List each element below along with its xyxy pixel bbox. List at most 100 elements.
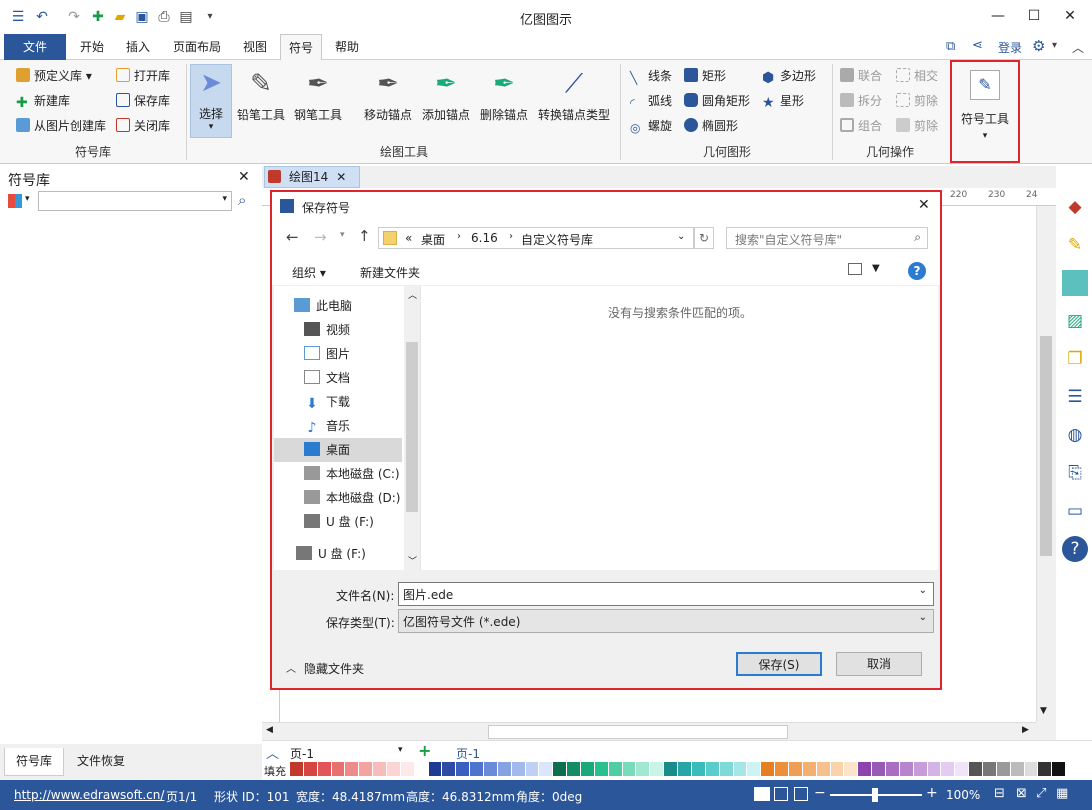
forward-arrow-icon[interactable]: → (314, 228, 327, 246)
menu-home[interactable]: 开始 (70, 34, 114, 60)
color-swatch[interactable] (844, 762, 859, 776)
color-swatch[interactable] (359, 762, 374, 776)
create-from-image-button[interactable]: 从图片创建库 (16, 115, 106, 137)
line-button[interactable]: ╲ 线条 (630, 65, 672, 87)
website-link[interactable]: http://www.edrawsoft.cn/ (14, 788, 164, 802)
chevron-down-icon[interactable]: ⌄ (919, 585, 927, 596)
color-swatch[interactable] (664, 762, 679, 776)
fullscreen-icon[interactable]: ⤢ (1036, 786, 1046, 801)
scroll-right-icon[interactable]: ▶ (1022, 725, 1029, 735)
library-category-icon[interactable] (8, 194, 22, 208)
pen-tool-button[interactable]: ✒ 钢笔工具 (292, 66, 344, 123)
menu-help[interactable]: 帮助 (326, 34, 368, 60)
intersect-button[interactable]: 相交 (896, 65, 938, 87)
help-icon[interactable]: ? (908, 262, 926, 280)
color-swatch[interactable] (622, 762, 637, 776)
image-icon[interactable]: ▨ (1062, 308, 1088, 334)
add-page-button[interactable]: + (418, 741, 431, 760)
page-tab-current[interactable]: 页-1 (456, 745, 480, 762)
breadcrumb-desktop[interactable]: 桌面 (421, 231, 445, 248)
color-swatch[interactable] (899, 762, 914, 776)
select-tool-button[interactable]: ➤ 选择 ▾ (190, 64, 232, 138)
color-swatch[interactable] (1038, 762, 1053, 776)
scrollbar-thumb[interactable] (1040, 336, 1052, 556)
settings-chevron-icon[interactable]: ▾ (1052, 40, 1057, 51)
color-swatch[interactable] (885, 762, 900, 776)
color-swatch[interactable] (442, 762, 457, 776)
save-library-button[interactable]: 保存库 (116, 90, 170, 112)
color-swatch[interactable] (955, 762, 970, 776)
predefined-library-button[interactable]: 预定义库 ▾ (16, 65, 92, 87)
file-list[interactable]: 没有与搜索条件匹配的项。 (420, 286, 938, 570)
menu-view[interactable]: 视图 (234, 34, 276, 60)
zoom-in-button[interactable]: + (926, 785, 938, 801)
grid-icon[interactable]: ▦ (1056, 786, 1068, 801)
chevron-down-icon[interactable]: ⌄ (677, 231, 685, 242)
menu-symbol[interactable]: 符号 (280, 34, 322, 61)
vertical-scrollbar[interactable]: ▼ (1036, 206, 1054, 722)
dialog-close-button[interactable]: ✕ (918, 197, 930, 213)
color-swatch[interactable] (553, 762, 568, 776)
color-swatch[interactable] (802, 762, 817, 776)
color-swatch[interactable] (470, 762, 485, 776)
chevron-up-icon[interactable]: ︿ (266, 743, 279, 762)
color-swatch[interactable] (539, 762, 554, 776)
color-swatch[interactable] (428, 762, 443, 776)
color-swatch[interactable] (400, 762, 415, 776)
comment-icon[interactable]: ▭ (1062, 498, 1088, 524)
new-folder-button[interactable]: 新建文件夹 (360, 264, 420, 281)
minimize-button[interactable]: — (980, 4, 1016, 28)
color-swatch[interactable] (484, 762, 498, 776)
scrollbar-thumb[interactable] (488, 725, 788, 739)
color-swatch[interactable] (872, 762, 886, 776)
color-swatch[interactable] (1010, 762, 1025, 776)
menu-page-layout[interactable]: 页面布局 (166, 34, 228, 60)
save-button[interactable]: 保存(S) (736, 652, 822, 676)
tab-file-recovery[interactable]: 文件恢复 (66, 748, 136, 776)
zoom-out-button[interactable]: − (814, 785, 826, 801)
scroll-down-icon[interactable]: ﹀ (408, 554, 417, 567)
rect-button[interactable]: 矩形 (684, 65, 726, 87)
globe-icon[interactable]: ◍ (1062, 422, 1088, 448)
color-swatch[interactable] (317, 762, 332, 776)
document-icon[interactable]: ☰ (1062, 384, 1088, 410)
view-page-icon[interactable] (774, 787, 788, 801)
scrollbar-thumb[interactable] (406, 342, 418, 512)
color-swatch[interactable] (1052, 762, 1067, 776)
chevron-up-icon[interactable]: ︿ (286, 660, 296, 675)
color-swatch[interactable] (414, 762, 429, 776)
tree-item-desktop[interactable]: 桌面 (274, 438, 402, 462)
color-swatch[interactable] (636, 762, 651, 776)
color-swatch[interactable] (581, 762, 595, 776)
color-swatch[interactable] (525, 762, 540, 776)
ellipse-button[interactable]: 椭圆形 (684, 115, 738, 137)
fit-width-icon[interactable]: ⊠ (1016, 786, 1027, 801)
recent-chevron-icon[interactable]: ▾ (340, 230, 345, 240)
tab-symbol-library[interactable]: 符号库 (4, 748, 64, 776)
color-swatch[interactable] (858, 762, 873, 776)
shadow-icon[interactable] (1062, 270, 1088, 296)
color-swatch[interactable] (719, 762, 734, 776)
symbol-tool-button[interactable]: ✎ 符号工具 ▾ (950, 60, 1020, 163)
fill-icon[interactable]: ◆ (1062, 194, 1088, 220)
split-button[interactable]: 拆分 (840, 90, 882, 112)
search-icon[interactable]: ⌕ (238, 191, 246, 209)
add-anchor-button[interactable]: ✒ 添加锚点 (420, 66, 472, 123)
subtract-button[interactable]: 剪除 (896, 115, 938, 137)
color-swatch[interactable] (456, 762, 471, 776)
chevron-down-icon[interactable]: ▾ (398, 745, 403, 755)
organize-menu[interactable]: 组织 ▾ (292, 264, 326, 281)
move-anchor-button[interactable]: ✒ 移动锚点 (362, 66, 414, 123)
page-select[interactable]: 页-1 (290, 745, 314, 762)
close-button[interactable]: ✕ (1052, 4, 1088, 28)
color-swatch[interactable] (761, 762, 776, 776)
breadcrumb-current[interactable]: 自定义符号库 (521, 231, 593, 248)
share-screen-icon[interactable]: ⧉ (946, 39, 955, 54)
convert-anchor-button[interactable]: ⟋ 转换锚点类型 (536, 66, 612, 123)
color-swatch[interactable] (913, 762, 928, 776)
refresh-icon[interactable]: ↻ (694, 227, 714, 249)
tree-scrollbar[interactable]: ︿ ﹀ (404, 286, 420, 570)
color-swatch[interactable] (331, 762, 346, 776)
close-icon[interactable]: ✕ (238, 169, 250, 185)
back-arrow-icon[interactable]: ← (286, 228, 299, 246)
